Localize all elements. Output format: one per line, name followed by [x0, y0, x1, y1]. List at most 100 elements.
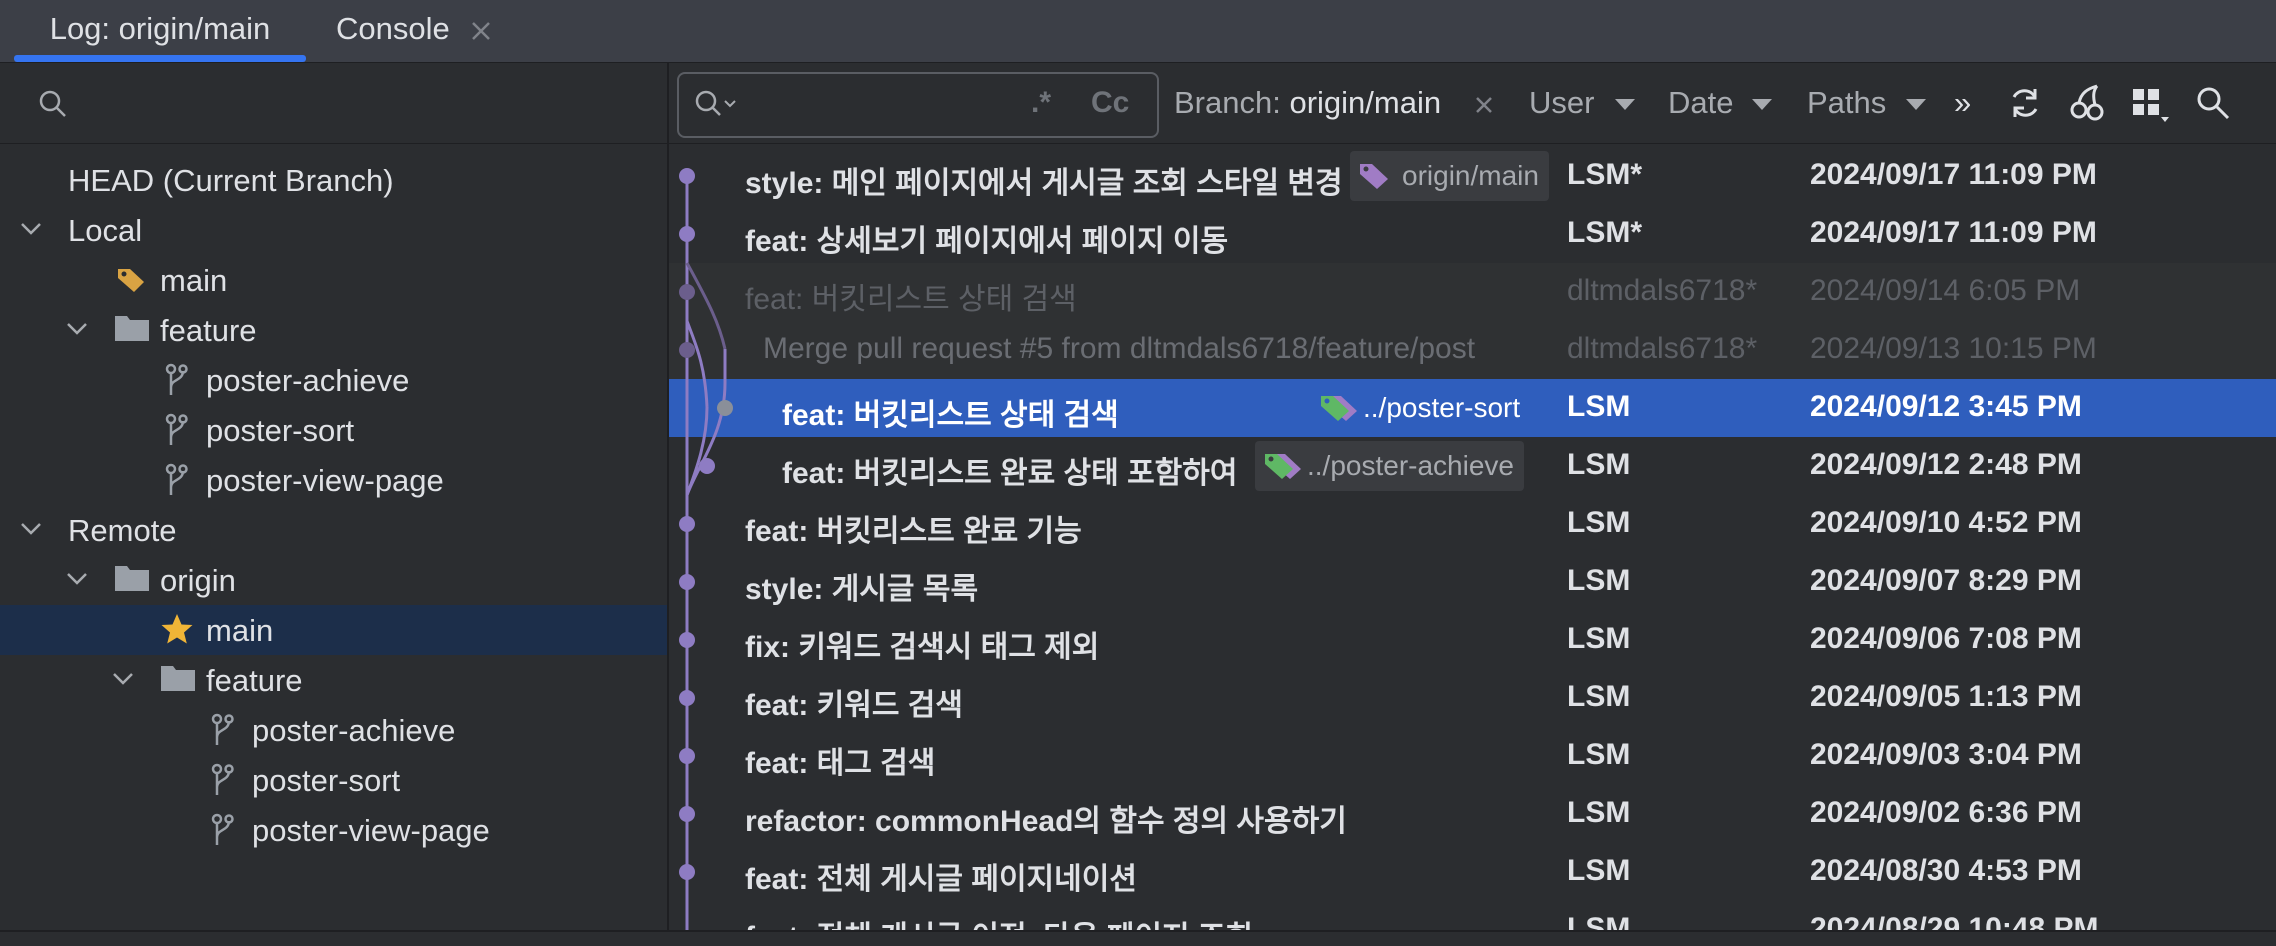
- branch-icon: [211, 763, 234, 795]
- commit-row[interactable]: feat: 버킷리스트 완료 상태 포함하여 ../poster-achieve…: [669, 437, 2276, 495]
- tree-item-branch[interactable]: poster-achieve: [0, 355, 667, 405]
- branch-search-field[interactable]: [0, 63, 667, 144]
- commit-author: LSM: [1567, 390, 1631, 423]
- branch-label: poster-sort: [206, 413, 355, 448]
- tree-item-local-main[interactable]: main: [0, 255, 667, 305]
- tree-item-branch[interactable]: poster-achieve: [0, 705, 667, 755]
- date-filter-label: Date: [1668, 85, 1734, 120]
- branch-label: poster-view-page: [206, 463, 444, 498]
- tree-group-origin[interactable]: origin: [0, 555, 667, 605]
- commit-author: LSM*: [1567, 216, 1642, 249]
- tree-group-origin-feature[interactable]: feature: [0, 655, 667, 705]
- tree-group-remote[interactable]: Remote: [0, 505, 667, 555]
- tag-icon: [118, 269, 144, 292]
- tree-group-local-feature[interactable]: feature: [0, 305, 667, 355]
- tree-group-local[interactable]: Local: [0, 205, 667, 255]
- origin-label: origin: [160, 563, 236, 598]
- tag-icon: [1321, 396, 1357, 421]
- dropdown-arrow-icon: [1906, 99, 1926, 110]
- search-icon[interactable]: [2195, 85, 2231, 121]
- cherry-pick-icon[interactable]: [2069, 83, 2105, 121]
- more-filters-button[interactable]: »: [1954, 85, 1971, 121]
- user-filter-label: User: [1529, 85, 1595, 120]
- search-icon: [39, 90, 66, 117]
- clear-filter-icon[interactable]: [1474, 95, 1494, 115]
- commit-row-selected[interactable]: feat: 버킷리스트 상태 검색 ../poster-sort LSM 202…: [669, 379, 2276, 437]
- commit-date: 2024/09/13 10:15 PM: [1810, 332, 2097, 365]
- commit-row[interactable]: fix: 키워드 검색시 태그 제외 LSM 2024/09/06 7:08 P…: [669, 611, 2276, 669]
- regex-toggle[interactable]: .*: [1031, 86, 1051, 120]
- branches-panel: HEAD (Current Branch) Local main feature…: [0, 63, 669, 944]
- tree-item-origin-main[interactable]: main: [0, 605, 667, 655]
- branch-icon: [165, 413, 188, 445]
- commit-row[interactable]: feat: 전체 게시글 이전, 다음 페이지 조회 LSM 2024/08/2…: [669, 901, 2276, 931]
- commit-author: LSM: [1567, 854, 1631, 887]
- chevron-down-icon[interactable]: [20, 521, 42, 537]
- branch-label: poster-achieve: [206, 363, 410, 398]
- commit-message: feat: 버킷리스트 상태 검색: [745, 283, 1077, 316]
- branch-icon: [165, 363, 188, 395]
- tree-item-branch[interactable]: poster-view-page: [0, 805, 667, 855]
- commit-message: style: 게시글 목록: [745, 573, 979, 606]
- commit-date: 2024/09/17 11:09 PM: [1810, 216, 2097, 249]
- dropdown-arrow-icon: [1615, 99, 1635, 110]
- branch-filter[interactable]: Branch: origin/main: [1174, 85, 1441, 121]
- commit-author: dltmdals6718*: [1567, 274, 1758, 307]
- commit-message: Merge pull request #5 from dltmdals6718/…: [763, 332, 1476, 365]
- commit-date: 2024/09/12 2:48 PM: [1810, 448, 2082, 481]
- commit-message: style: 메인 페이지에서 게시글 조회 스타일 변경: [745, 167, 1343, 200]
- tree-item-head[interactable]: HEAD (Current Branch): [0, 155, 667, 205]
- commit-author: LSM: [1567, 912, 1631, 931]
- star-icon: [161, 614, 193, 644]
- commit-row[interactable]: style: 게시글 목록 LSM 2024/09/07 8:29 PM: [669, 553, 2276, 611]
- commit-row[interactable]: feat: 전체 게시글 페이지네이션 LSM 2024/08/30 4:53 …: [669, 843, 2276, 901]
- commit-row[interactable]: Merge pull request #5 from dltmdals6718/…: [669, 321, 2276, 379]
- commit-message: feat: 전체 게시글 이전, 다음 페이지 조회: [745, 912, 1253, 931]
- chevron-down-icon[interactable]: [66, 321, 88, 337]
- user-filter[interactable]: User: [1529, 85, 1594, 121]
- commit-graph: [679, 168, 733, 933]
- commit-message: feat: 버킷리스트 완료 기능: [745, 515, 1082, 548]
- commit-date: 2024/09/17 11:09 PM: [1810, 158, 2097, 191]
- chevron-down-icon[interactable]: [112, 671, 134, 687]
- search-history-icon[interactable]: [693, 88, 739, 122]
- commit-author: LSM: [1567, 738, 1631, 771]
- commit-message: feat: 버킷리스트 상태 검색: [782, 399, 1119, 432]
- ref-text: ../poster-achieve: [1307, 450, 1514, 481]
- branch-icon: [165, 463, 188, 495]
- commit-message: refactor: commonHead의 함수 정의 사용하기: [745, 805, 1347, 838]
- chevron-down-icon[interactable]: [20, 221, 42, 237]
- commit-row[interactable]: feat: 버킷리스트 완료 기능 LSM 2024/09/10 4:52 PM: [669, 495, 2276, 553]
- match-case-toggle[interactable]: Cc: [1091, 86, 1129, 120]
- commit-row[interactable]: refactor: commonHead의 함수 정의 사용하기 LSM 202…: [669, 785, 2276, 843]
- chevron-down-icon[interactable]: [66, 571, 88, 587]
- branch-label: poster-view-page: [252, 813, 490, 848]
- refresh-icon[interactable]: [2007, 85, 2043, 121]
- tag-icon: [1360, 164, 1388, 189]
- tree-item-branch[interactable]: poster-view-page: [0, 455, 667, 505]
- commit-date: 2024/09/10 4:52 PM: [1810, 506, 2082, 539]
- commit-row[interactable]: feat: 태그 검색 LSM 2024/09/03 3:04 PM: [669, 727, 2276, 785]
- commit-author: LSM: [1567, 564, 1631, 597]
- date-filter[interactable]: Date: [1668, 85, 1733, 121]
- tree-item-branch[interactable]: poster-sort: [0, 755, 667, 805]
- commit-row[interactable]: feat: 키워드 검색 LSM 2024/09/05 1:13 PM: [669, 669, 2276, 727]
- tree-item-branch[interactable]: poster-sort: [0, 405, 667, 455]
- commit-date: 2024/09/14 6:05 PM: [1810, 274, 2081, 307]
- commit-row[interactable]: feat: 버킷리스트 상태 검색 dltmdals6718* 2024/09/…: [669, 263, 2276, 321]
- close-icon[interactable]: [468, 18, 494, 44]
- commit-row[interactable]: feat: 상세보기 페이지에서 페이지 이동 LSM* 2024/09/17 …: [669, 205, 2276, 263]
- branch-filter-prefix: Branch:: [1174, 85, 1281, 120]
- paths-filter-label: Paths: [1807, 85, 1887, 120]
- tab-log[interactable]: Log: origin/main: [14, 0, 306, 60]
- view-options-icon[interactable]: [2131, 87, 2171, 123]
- active-tab-indicator: [14, 55, 306, 62]
- commit-author: LSM: [1567, 448, 1631, 481]
- tab-console[interactable]: Console: [336, 0, 450, 60]
- paths-filter[interactable]: Paths: [1807, 85, 1886, 121]
- commit-row[interactable]: style: 메인 페이지에서 게시글 조회 스타일 변경 origin/mai…: [669, 147, 2276, 205]
- log-search-field[interactable]: .* Cc: [677, 72, 1159, 138]
- commit-author: LSM: [1567, 622, 1631, 655]
- origin-feature-label: feature: [206, 663, 303, 698]
- remote-label: Remote: [68, 513, 177, 548]
